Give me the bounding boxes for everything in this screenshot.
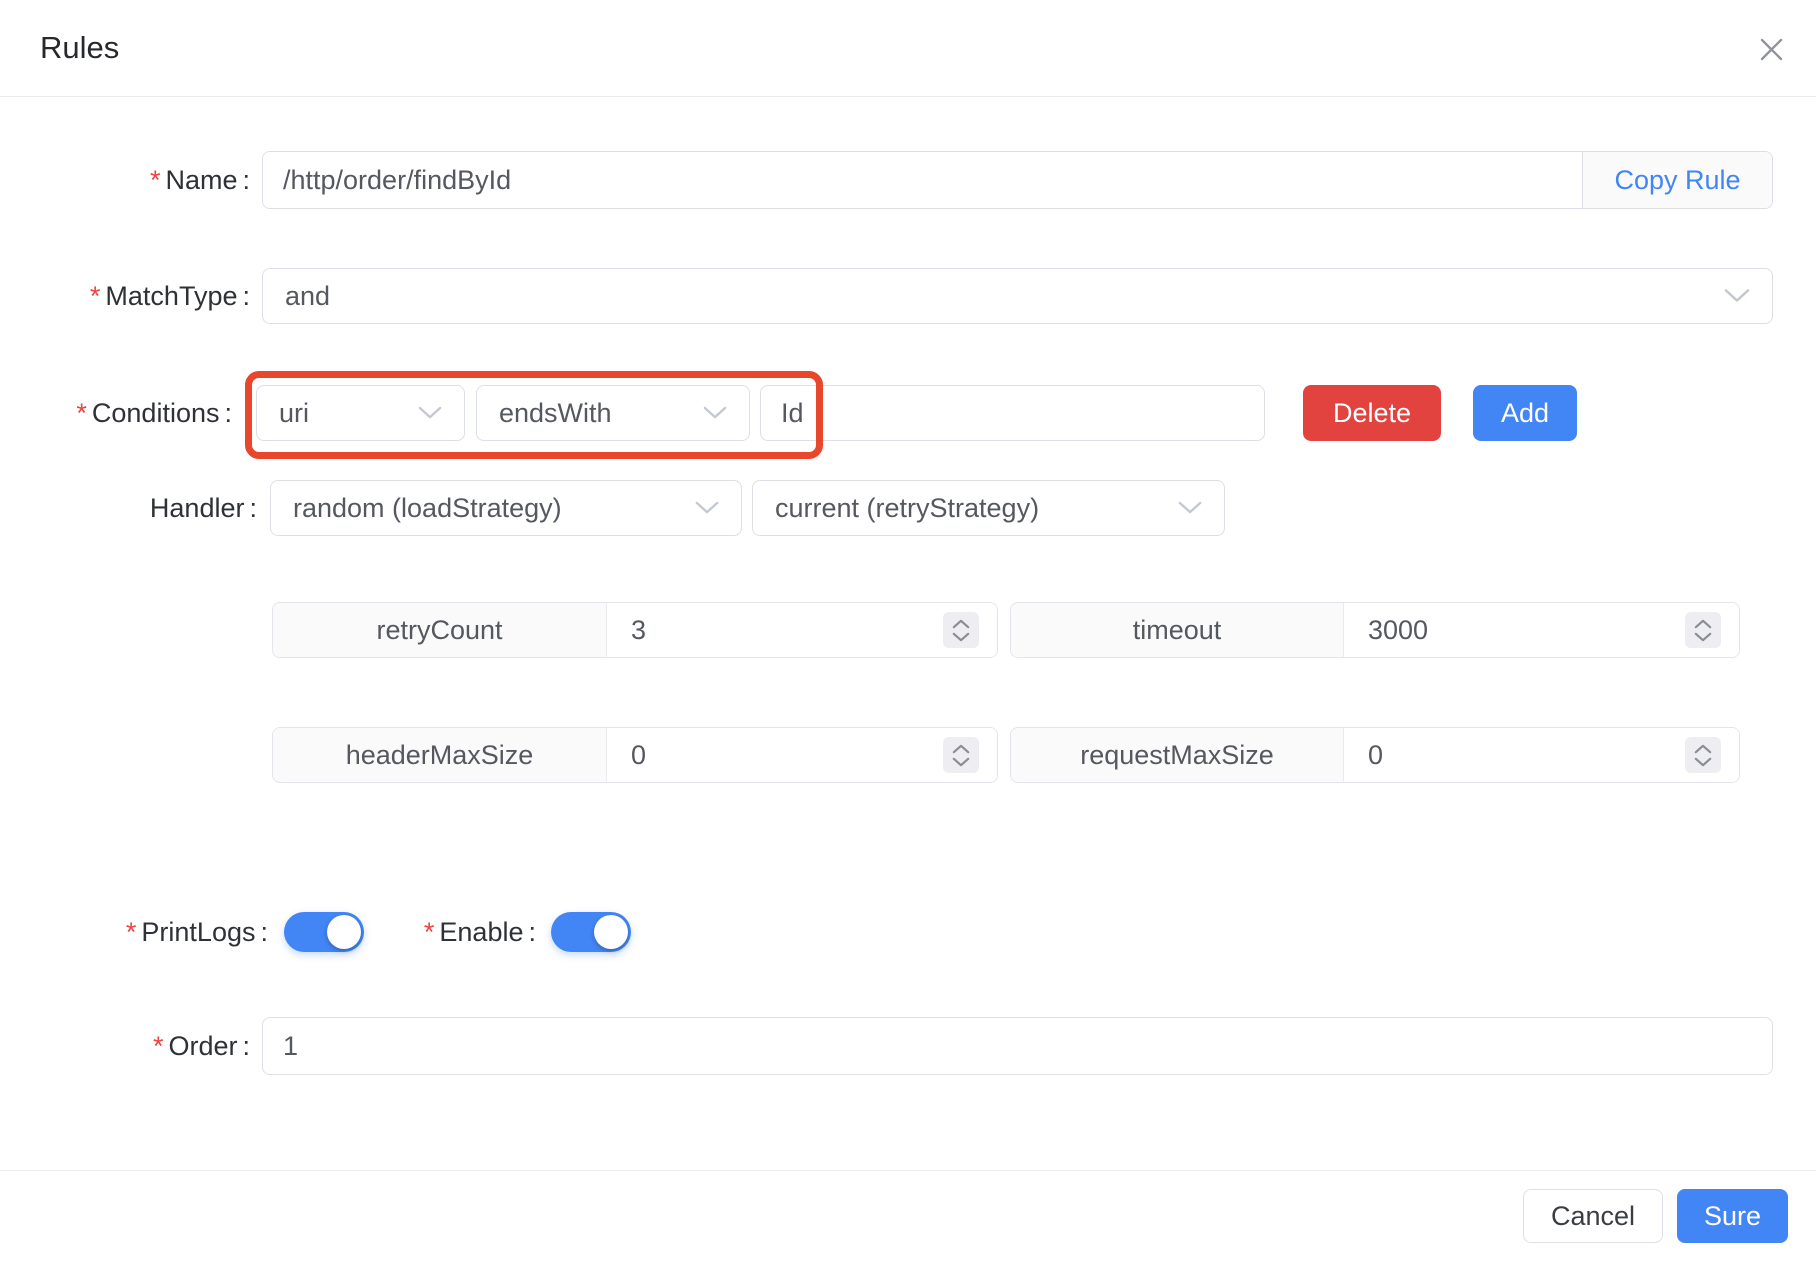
- handler-label: Handler:: [149, 493, 257, 523]
- order-input[interactable]: [262, 1017, 1773, 1075]
- required-mark: *: [152, 1031, 164, 1061]
- chevron-down-icon: [695, 501, 719, 515]
- param-name: retryCount: [273, 603, 607, 657]
- condition-operator-value: endsWith: [499, 397, 612, 428]
- load-strategy-select[interactable]: random (loadStrategy): [270, 480, 742, 536]
- retry-strategy-select[interactable]: current (retryStrategy): [752, 480, 1225, 536]
- load-strategy-value: random (loadStrategy): [293, 492, 562, 523]
- chevron-down-icon: [952, 757, 970, 766]
- headermaxsize-input[interactable]: 0: [607, 728, 997, 782]
- required-mark: *: [125, 917, 137, 947]
- retry-strategy-value: current (retryStrategy): [775, 492, 1040, 523]
- param-value: 3000: [1368, 614, 1429, 645]
- requestmaxsize-input[interactable]: 0: [1344, 728, 1739, 782]
- name-label: * Name:: [149, 165, 250, 195]
- number-stepper[interactable]: [943, 612, 979, 648]
- toggle-knob: [594, 915, 628, 949]
- match-type-select[interactable]: and: [262, 268, 1773, 324]
- conditions-label: * Conditions:: [76, 398, 232, 428]
- condition-value-input[interactable]: [760, 385, 1265, 441]
- required-mark: *: [149, 165, 161, 195]
- required-mark: *: [423, 917, 435, 947]
- param-value: 3: [631, 614, 647, 645]
- name-input[interactable]: [263, 152, 1582, 208]
- chevron-down-icon: [1694, 632, 1712, 641]
- param-name: headerMaxSize: [273, 728, 607, 782]
- param-name: requestMaxSize: [1011, 728, 1344, 782]
- param-group-headermaxsize: headerMaxSize 0: [272, 727, 998, 783]
- param-name: timeout: [1011, 603, 1344, 657]
- param-group-retrycount: retryCount 3: [272, 602, 998, 658]
- param-value: 0: [1368, 739, 1384, 770]
- name-input-group: Copy Rule: [262, 151, 1773, 209]
- required-mark: *: [76, 398, 87, 428]
- add-condition-button[interactable]: Add: [1473, 385, 1577, 441]
- enable-label: * Enable:: [423, 917, 536, 947]
- param-value: 0: [631, 739, 647, 770]
- dialog-title: Rules: [40, 30, 120, 65]
- condition-operator-select[interactable]: endsWith: [476, 385, 750, 441]
- print-logs-label: * PrintLogs:: [125, 917, 268, 947]
- param-group-timeout: timeout 3000: [1010, 602, 1740, 658]
- chevron-down-icon: [703, 406, 727, 420]
- chevron-down-icon: [1724, 289, 1750, 304]
- sure-button[interactable]: Sure: [1677, 1189, 1788, 1243]
- chevron-down-icon: [952, 632, 970, 641]
- delete-condition-button[interactable]: Delete: [1303, 385, 1441, 441]
- required-mark: *: [89, 281, 101, 311]
- copy-rule-button[interactable]: Copy Rule: [1582, 152, 1772, 208]
- dialog-header: Rules: [0, 0, 1816, 97]
- retrycount-input[interactable]: 3: [607, 603, 997, 657]
- match-type-value: and: [285, 280, 331, 311]
- close-icon: [1758, 36, 1785, 63]
- chevron-up-icon: [1694, 744, 1712, 753]
- chevron-up-icon: [952, 744, 970, 753]
- chevron-up-icon: [1694, 619, 1712, 628]
- chevron-down-icon: [1178, 501, 1202, 515]
- order-label: * Order:: [152, 1031, 250, 1061]
- chevron-up-icon: [952, 619, 970, 628]
- chevron-down-icon: [418, 406, 442, 420]
- condition-field-select[interactable]: uri: [256, 385, 465, 441]
- param-group-requestmaxsize: requestMaxSize 0: [1010, 727, 1740, 783]
- number-stepper[interactable]: [1685, 612, 1721, 648]
- enable-toggle[interactable]: [551, 912, 631, 952]
- chevron-down-icon: [1694, 757, 1712, 766]
- match-type-label: * MatchType:: [89, 281, 250, 311]
- condition-field-value: uri: [279, 397, 310, 428]
- number-stepper[interactable]: [1685, 737, 1721, 773]
- cancel-button[interactable]: Cancel: [1523, 1189, 1663, 1243]
- rules-dialog: Rules *Name: Copy Rule *MatchType: and *…: [0, 0, 1816, 1262]
- close-button[interactable]: [1750, 28, 1792, 70]
- dialog-footer: Cancel Sure: [0, 1170, 1816, 1262]
- timeout-input[interactable]: 3000: [1344, 603, 1739, 657]
- number-stepper[interactable]: [943, 737, 979, 773]
